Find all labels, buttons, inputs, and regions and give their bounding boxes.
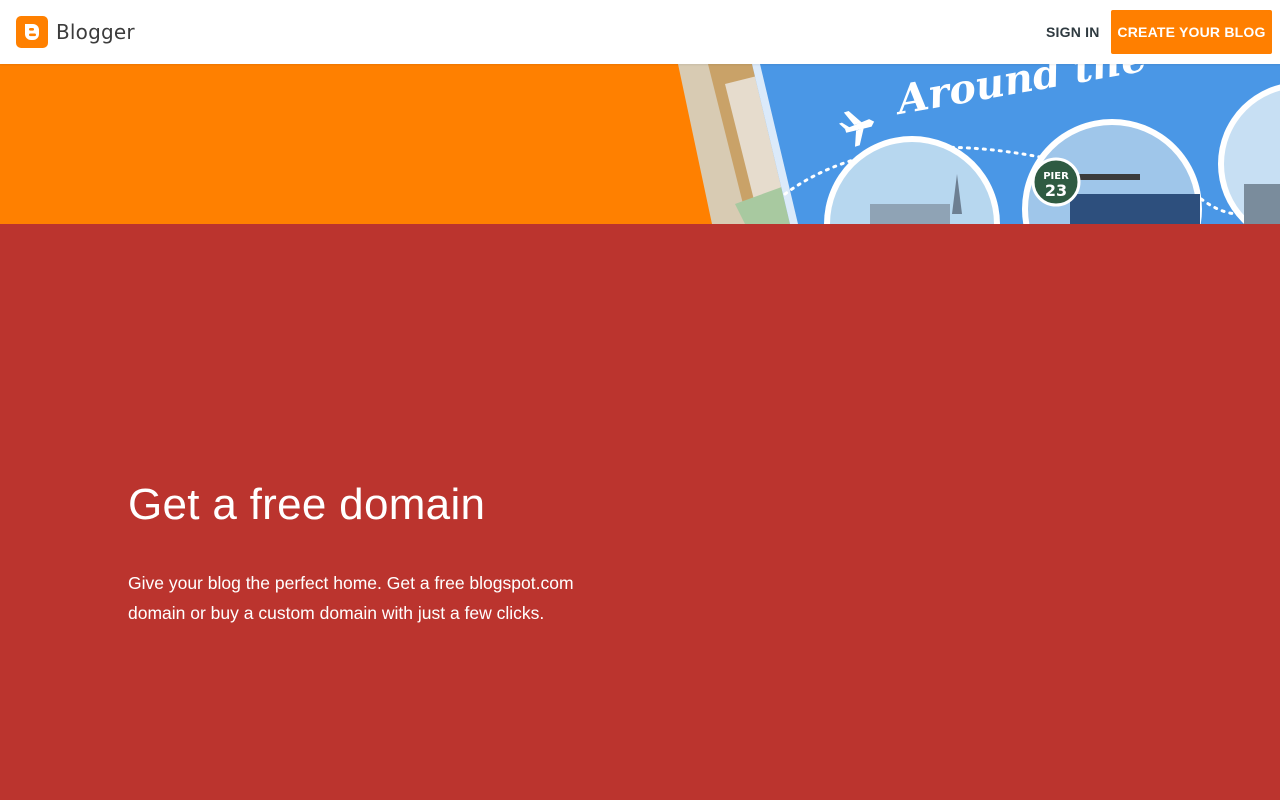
- blogger-logo-icon: [16, 16, 48, 48]
- brand[interactable]: Blogger: [16, 16, 135, 48]
- free-domain-section: Get a free domain Give your blog the per…: [0, 224, 1280, 800]
- top-navigation-bar: Blogger SIGN IN CREATE YOUR BLOG: [0, 0, 1280, 64]
- section-title: Get a free domain: [128, 480, 486, 529]
- section-description: Give your blog the perfect home. Get a f…: [128, 573, 574, 623]
- sign-in-link[interactable]: SIGN IN: [1046, 24, 1100, 40]
- brand-name: Blogger: [56, 20, 135, 44]
- hero-banner: Around the PIER 23: [0, 64, 1280, 224]
- hero-illustration: Around the PIER 23: [678, 64, 1280, 224]
- pier-badge-number: 23: [1045, 181, 1067, 200]
- create-your-blog-button[interactable]: CREATE YOUR BLOG: [1111, 10, 1272, 54]
